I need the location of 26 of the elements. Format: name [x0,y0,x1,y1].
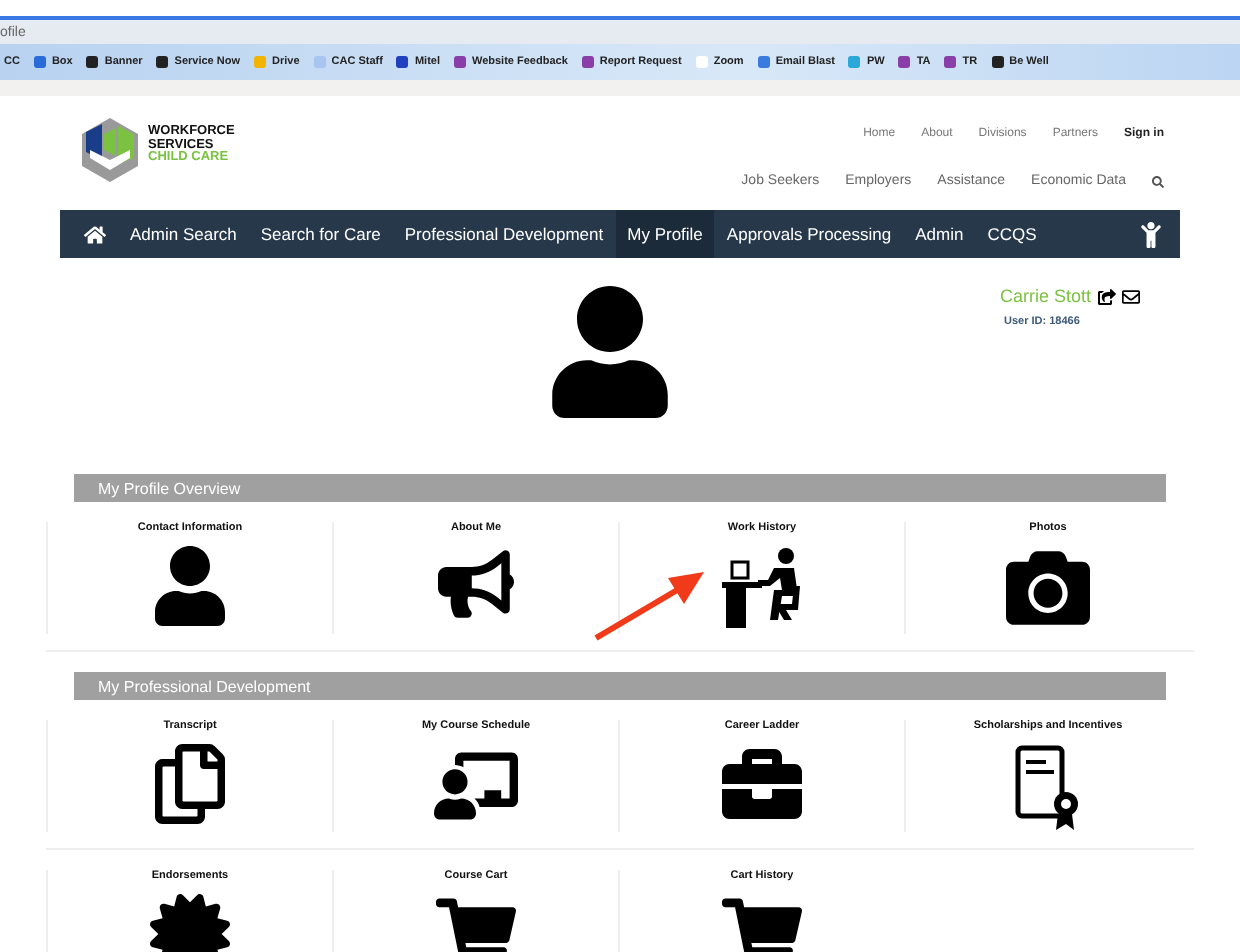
user-name: Carrie Stott [1000,286,1092,306]
cart-icon [436,894,516,952]
nav-tab[interactable]: CCQS [975,210,1049,258]
nav-tab[interactable]: Professional Development [392,210,616,258]
section-header: My Professional Development [74,672,1166,700]
home-icon[interactable] [84,223,106,245]
mail-icon[interactable] [1121,287,1140,305]
megaphone-icon [438,546,514,622]
nav-tab[interactable]: My Profile [615,210,715,258]
accessibility-icon[interactable] [1138,221,1164,247]
badge-icon [150,894,230,952]
section-header: My Profile Overview [74,474,1166,502]
search-icon[interactable] [1152,175,1164,187]
certificate-icon [1014,744,1082,832]
person-at-desk-icon [718,546,806,630]
briefcase-icon [722,744,802,824]
nav-tab[interactable]: Approvals Processing [714,210,904,258]
nav-tab[interactable]: Admin Search [118,210,249,258]
document-icon [150,744,230,824]
cart-icon [722,894,802,952]
logo-icon [80,116,140,184]
camera-icon [1006,546,1090,630]
nav-tab[interactable]: Search for Care [248,210,393,258]
person-icon [150,546,230,626]
nav-tab[interactable]: Admin [903,210,976,258]
share-icon[interactable] [1097,287,1116,305]
